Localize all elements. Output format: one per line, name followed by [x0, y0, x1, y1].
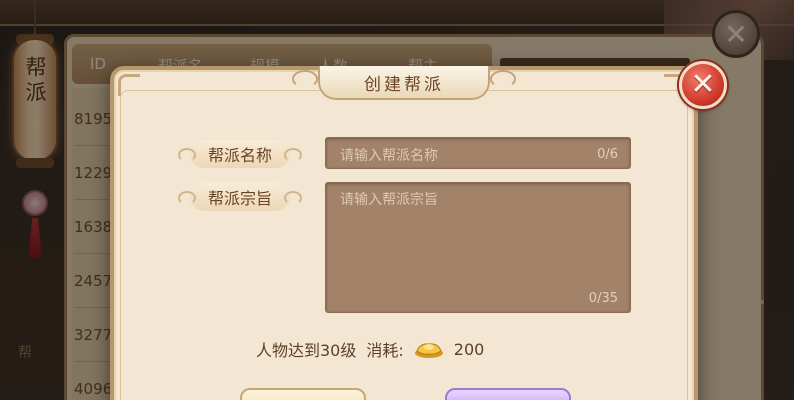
cost-label: 消耗: [366, 341, 404, 360]
dialog-title: 创建帮派 [364, 74, 444, 95]
close-button[interactable]: ✕ [679, 61, 727, 109]
corner-ornament [118, 74, 140, 96]
guild-name-placeholder: 请输入帮派名称 [340, 148, 438, 164]
cancel-button[interactable] [240, 388, 366, 400]
requirement-row: 人物达到30级 消耗: 200 [256, 337, 484, 361]
guild-motto-placeholder: 请输入帮派宗旨 [340, 192, 438, 208]
dialog-title-plate: 创建帮派 [318, 66, 490, 100]
close-icon: ✕ [690, 67, 716, 102]
cloud-ornament-icon [292, 70, 318, 88]
guild-name-counter: 0/6 [597, 147, 618, 162]
gold-ingot-icon [414, 343, 443, 358]
guild-name-label: 帮派名称 [178, 140, 302, 168]
guild-motto-counter: 0/35 [588, 291, 618, 306]
cloud-ornament-icon [490, 70, 516, 88]
guild-motto-label: 帮派宗旨 [178, 183, 302, 211]
cost-value: 200 [453, 339, 485, 359]
guild-motto-textarea[interactable]: 请输入帮派宗旨 0/35 [325, 182, 631, 313]
level-requirement: 人物达到30级 [256, 341, 357, 360]
create-button[interactable] [445, 388, 571, 400]
guild-name-input[interactable]: 请输入帮派名称 0/6 [325, 137, 631, 169]
